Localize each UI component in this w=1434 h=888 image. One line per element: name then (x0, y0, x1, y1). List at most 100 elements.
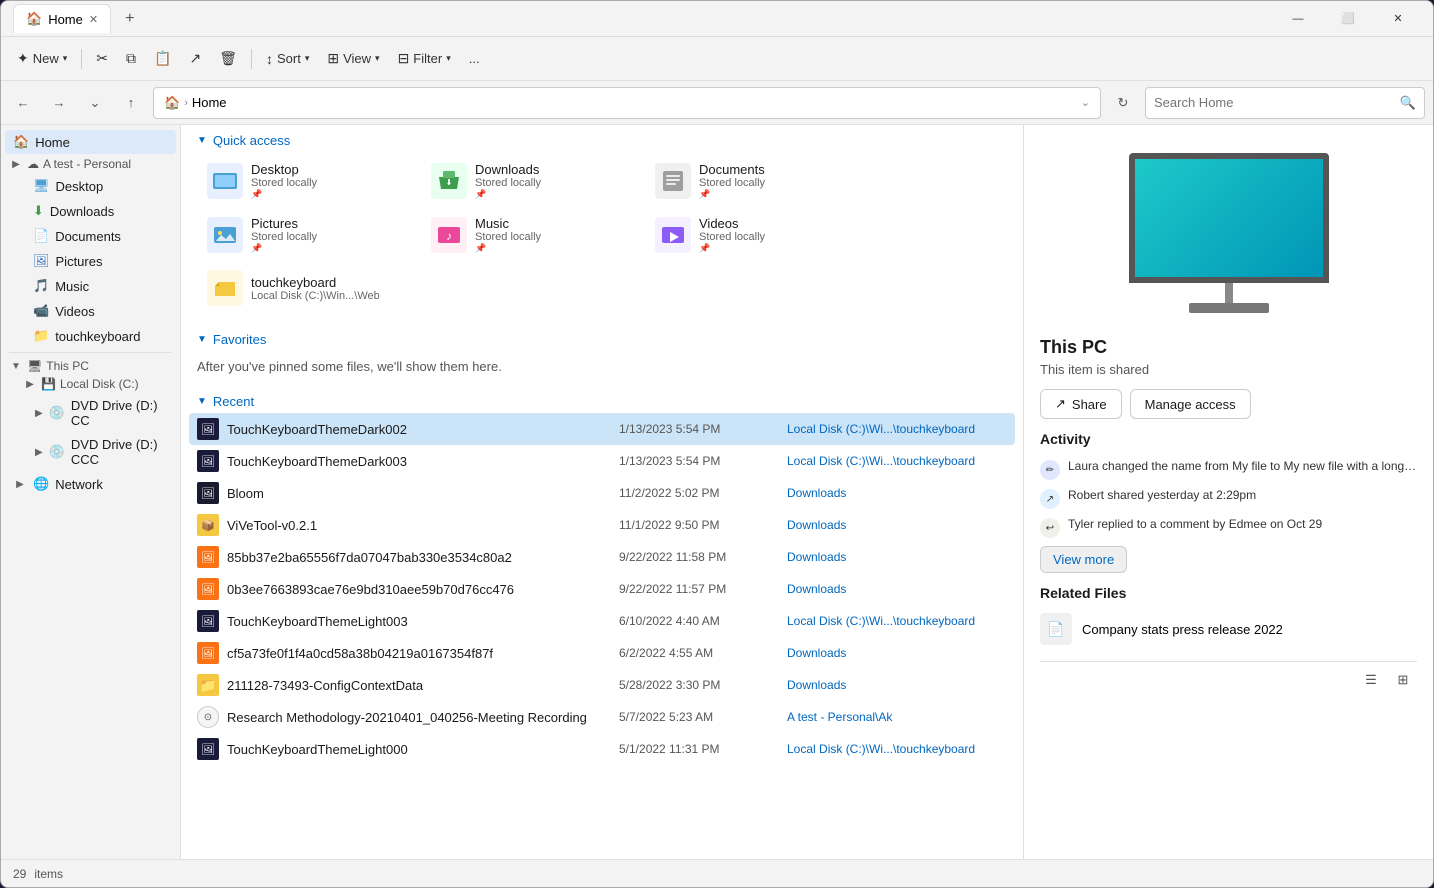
quick-item-downloads[interactable]: ⬇ Downloads Stored locally 📌 (421, 156, 641, 206)
quick-item-touchkeyboard[interactable]: touchkeyboard Local Disk (C:)\Win...\Web (197, 264, 417, 312)
activity-section: Activity ✏ Laura changed the name from M… (1040, 431, 1417, 573)
quick-item-desktop[interactable]: Desktop Stored locally 📌 (197, 156, 417, 206)
recent-item-3[interactable]: 📦 ViVeTool-v0.2.1 11/1/2022 9:50 PM Down… (189, 509, 1015, 541)
sidebar-item-touchkeyboard[interactable]: 📁 touchkeyboard (5, 324, 176, 348)
recent-item-4[interactable]: 🖼 85bb37e2ba65556f7da07047bab330e3534c80… (189, 541, 1015, 573)
toolbar: ✦ New ▾ ✂ ⧉ 📋 ↗ 🗑 ↕ Sort ▾ ⊞ View ▾ (1, 37, 1433, 81)
detail-title-block: This PC This item is shared (1040, 337, 1417, 377)
quick-item-music[interactable]: ♪ Music Stored locally 📌 (421, 210, 641, 260)
sidebar-home-label: Home (35, 135, 168, 150)
bottom-controls: ☰ ⊞ (1040, 661, 1417, 698)
delete-button[interactable]: 🗑 (211, 46, 245, 71)
up-button[interactable]: ↑ (117, 89, 145, 117)
sidebar-item-home[interactable]: 🏠 Home (5, 130, 176, 154)
quick-access-header[interactable]: ▼ Quick access (181, 125, 1023, 152)
sort-chevron-icon: ▾ (305, 53, 310, 64)
recent-button[interactable]: ⌄ (81, 89, 109, 117)
recent-thumb-2: 🖼 (197, 482, 219, 504)
sidebar-this-pc-section[interactable]: ▼ 🖥 This PC (1, 357, 180, 375)
recent-item-8[interactable]: 📁 211128-73493-ConfigContextData 5/28/20… (189, 669, 1015, 701)
recent-item-2[interactable]: 🖼 Bloom 11/2/2022 5:02 PM Downloads (189, 477, 1015, 509)
sidebar-item-downloads[interactable]: ⬇ Downloads 📌 (5, 199, 176, 223)
thispc-icon: 🖥 (27, 359, 42, 373)
recent-date-1: 1/13/2023 5:54 PM (619, 454, 779, 468)
activity-item-0: ✏ Laura changed the name from My file to… (1040, 455, 1417, 484)
recent-item-6[interactable]: 🖼 TouchKeyboardThemeLight003 6/10/2022 4… (189, 605, 1015, 637)
recent-item-9[interactable]: ⊙ Research Methodology-20210401_040256-M… (189, 701, 1015, 733)
list-view-toggle[interactable]: ☰ (1357, 666, 1385, 694)
related-item-name-0: Company stats press release 2022 (1082, 622, 1283, 637)
forward-button[interactable]: → (45, 89, 73, 117)
paste-button[interactable]: 📋 (146, 46, 179, 71)
downloads-sub: Stored locally (475, 177, 541, 189)
sidebar-thispc-label: This PC (46, 359, 89, 373)
related-item-0[interactable]: 📄 Company stats press release 2022 (1040, 609, 1417, 649)
sidebar-item-documents[interactable]: 📄 Documents 📌 (5, 224, 176, 248)
sidebar-dvd-ccc[interactable]: ▶ 💿 DVD Drive (D:) CCC (5, 433, 176, 471)
recent-item-7[interactable]: 🖼 cf5a73fe0f1f4a0cd58a38b04219a0167354f8… (189, 637, 1015, 669)
sidebar-music-label: Music (55, 279, 149, 294)
recent-name-9: Research Methodology-20210401_040256-Mee… (227, 710, 611, 725)
recent-item-1[interactable]: 🖼 TouchKeyboardThemeDark003 1/13/2023 5:… (189, 445, 1015, 477)
sidebar-network-label: Network (55, 477, 168, 492)
tab-home[interactable]: 🏠 Home ✕ (13, 4, 111, 33)
window: 🏠 Home ✕ + — ⬜ ✕ ✦ New ▾ ✂ ⧉ 📋 ↗ (0, 0, 1434, 888)
view-button[interactable]: ⊞ View ▾ (319, 46, 387, 71)
detail-shared-text: This item is shared (1040, 362, 1417, 377)
localdisk-icon: 💾 (41, 377, 56, 391)
maximize-button[interactable]: ⬜ (1325, 3, 1371, 35)
quick-item-pictures[interactable]: Pictures Stored locally 📌 (197, 210, 417, 260)
address-path[interactable]: 🏠 › Home ⌄ (153, 87, 1101, 119)
tab-title: Home (48, 12, 83, 27)
sidebar-item-videos[interactable]: 📹 Videos 📌 (5, 299, 176, 323)
share-detail-button[interactable]: ↗ Share (1040, 389, 1122, 419)
sidebar-item-desktop[interactable]: 🖥 Desktop 📌 (5, 174, 176, 198)
music-pin: 📌 (475, 243, 541, 254)
quick-item-videos[interactable]: Videos Stored locally 📌 (645, 210, 865, 260)
search-input[interactable] (1154, 95, 1394, 110)
quick-item-documents[interactable]: Documents Stored locally 📌 (645, 156, 865, 206)
cut-button[interactable]: ✂ (88, 46, 116, 71)
new-tab-button[interactable]: + (119, 8, 140, 30)
back-button[interactable]: ← (9, 89, 37, 117)
copy-button[interactable]: ⧉ (118, 46, 144, 71)
new-button[interactable]: ✦ New ▾ (9, 46, 75, 71)
sidebar-downloads-label: Downloads (50, 204, 150, 219)
close-button[interactable]: ✕ (1375, 3, 1421, 35)
share-btn-label: Share (1072, 397, 1107, 412)
recent-item-5[interactable]: 🖼 0b3ee7663893cae76e9bd310aee59b70d76cc4… (189, 573, 1015, 605)
search-box[interactable]: 🔍 (1145, 87, 1425, 119)
refresh-button[interactable]: ↻ (1109, 89, 1137, 117)
recent-thumb-5: 🖼 (197, 578, 219, 600)
sidebar-cloud-section[interactable]: ▶ ☁ A test - Personal (1, 155, 180, 173)
sort-button[interactable]: ↕ Sort ▾ (258, 47, 317, 71)
sidebar-dvd-c[interactable]: ▶ 💿 DVD Drive (D:) CC (5, 394, 176, 432)
filter-button[interactable]: ⊟ Filter ▾ (390, 46, 459, 71)
new-icon: ✦ (17, 50, 29, 67)
favorites-header[interactable]: ▼ Favorites (181, 324, 1023, 351)
videos-pin: 📌 (699, 243, 765, 254)
grid-view-toggle[interactable]: ⊞ (1389, 666, 1417, 694)
recent-item-10[interactable]: 🖼 TouchKeyboardThemeLight000 5/1/2022 11… (189, 733, 1015, 765)
related-item-icon-0: 📄 (1040, 613, 1072, 645)
manage-access-button[interactable]: Manage access (1130, 389, 1251, 419)
pictures-pin: 📌 (251, 243, 317, 254)
sidebar-localdisk-section[interactable]: ▶ 💾 Local Disk (C:) (1, 375, 180, 393)
recent-item-0[interactable]: 🖼 TouchKeyboardThemeDark002 1/13/2023 5:… (189, 413, 1015, 445)
recent-header[interactable]: ▼ Recent (181, 386, 1023, 413)
items-label: items (34, 867, 63, 881)
share-button[interactable]: ↗ (181, 46, 209, 71)
favorites-empty-text: After you've pinned some files, we'll sh… (181, 351, 1023, 386)
filter-icon: ⊟ (398, 50, 410, 67)
tab-close-button[interactable]: ✕ (89, 13, 98, 26)
minimize-button[interactable]: — (1275, 3, 1321, 35)
music-folder-icon: ♪ (431, 217, 467, 253)
sidebar-item-music[interactable]: 🎵 Music 📌 (5, 274, 176, 298)
view-more-button[interactable]: View more (1040, 546, 1127, 573)
recent-name-5: 0b3ee7663893cae76e9bd310aee59b70d76cc476 (227, 582, 611, 597)
sidebar-localdisk-label: Local Disk (C:) (60, 377, 139, 391)
more-button[interactable]: ... (461, 47, 488, 70)
sidebar-item-pictures[interactable]: 🖼 Pictures 📌 (5, 249, 176, 273)
documents-name: Documents (699, 162, 765, 177)
sidebar-item-network[interactable]: ▶ 🌐 Network (5, 472, 176, 496)
